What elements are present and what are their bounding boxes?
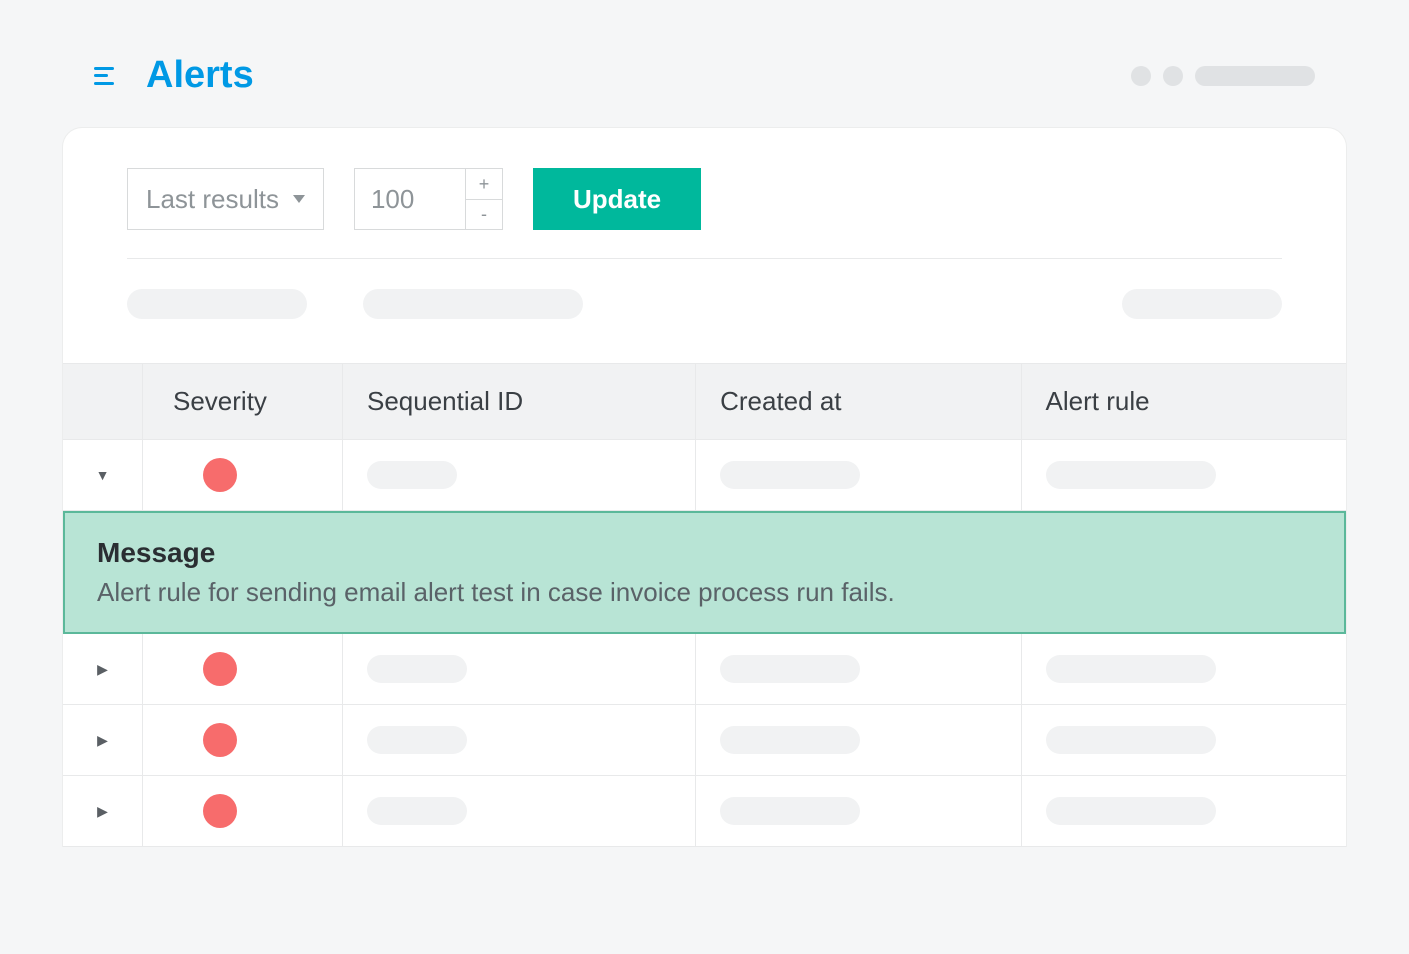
topbar-left: Alerts <box>94 54 254 97</box>
placeholder-block <box>1046 726 1216 754</box>
menu-icon[interactable] <box>94 67 118 85</box>
filter-select-label: Last results <box>146 184 279 215</box>
column-sequential-id: Sequential ID <box>343 364 696 439</box>
severity-cell <box>143 776 343 846</box>
filter-select[interactable]: Last results <box>127 168 324 230</box>
created-at-cell <box>696 440 1021 510</box>
placeholder-block <box>720 726 860 754</box>
toolbar-ph-left <box>127 289 583 319</box>
severity-indicator <box>203 794 237 828</box>
table-row: ▶ <box>63 776 1346 847</box>
stepper-down-button[interactable]: - <box>466 200 502 230</box>
alerts-table: Severity Sequential ID Created at Alert … <box>63 363 1346 847</box>
toolbar-placeholders <box>63 259 1346 363</box>
created-at-cell <box>696 705 1021 775</box>
placeholder-dot <box>1163 66 1183 86</box>
stepper-buttons: + - <box>465 169 502 229</box>
table-row: ▶ <box>63 705 1346 776</box>
app-window: Alerts Last results + - Update <box>30 30 1379 847</box>
result-count-stepper[interactable]: + - <box>354 168 503 230</box>
severity-cell <box>143 440 343 510</box>
page-title: Alerts <box>146 54 254 97</box>
placeholder-block <box>367 655 467 683</box>
placeholder-dot <box>1131 66 1151 86</box>
sequential-id-cell <box>343 634 696 704</box>
result-count-input[interactable] <box>355 169 465 229</box>
severity-indicator <box>203 652 237 686</box>
alert-rule-cell <box>1022 634 1346 704</box>
expand-cell: ▶ <box>63 705 143 775</box>
table-row: ▶ <box>63 634 1346 705</box>
severity-indicator <box>203 458 237 492</box>
stepper-up-button[interactable]: + <box>466 169 502 200</box>
placeholder-block <box>363 289 583 319</box>
column-alert-rule: Alert rule <box>1022 364 1346 439</box>
topbar-right <box>1131 66 1315 86</box>
sequential-id-cell <box>343 440 696 510</box>
topbar: Alerts <box>30 54 1379 127</box>
column-created-at: Created at <box>696 364 1021 439</box>
collapse-icon[interactable]: ▼ <box>96 467 110 483</box>
expand-icon[interactable]: ▶ <box>97 732 108 749</box>
sequential-id-cell <box>343 705 696 775</box>
expand-icon[interactable]: ▶ <box>97 661 108 678</box>
placeholder-block <box>1046 655 1216 683</box>
alert-rule-cell <box>1022 776 1346 846</box>
severity-indicator <box>203 723 237 757</box>
placeholder-block <box>127 289 307 319</box>
alert-rule-cell <box>1022 440 1346 510</box>
placeholder-block <box>720 461 860 489</box>
placeholder-block <box>367 797 467 825</box>
row-detail-panel: Message Alert rule for sending email ale… <box>63 511 1346 634</box>
table-row: ▼ <box>63 440 1346 511</box>
sequential-id-cell <box>343 776 696 846</box>
placeholder-block <box>367 461 457 489</box>
detail-label: Message <box>97 537 1312 569</box>
expand-cell: ▶ <box>63 634 143 704</box>
placeholder-block <box>1046 797 1216 825</box>
placeholder-block <box>1046 461 1216 489</box>
update-button[interactable]: Update <box>533 168 701 230</box>
severity-cell <box>143 705 343 775</box>
expand-cell: ▼ <box>63 440 143 510</box>
alert-rule-cell <box>1022 705 1346 775</box>
table-header: Severity Sequential ID Created at Alert … <box>63 364 1346 440</box>
column-severity: Severity <box>143 364 343 439</box>
content-card: Last results + - Update Se <box>62 127 1347 847</box>
column-expand <box>63 364 143 439</box>
placeholder-block <box>367 726 467 754</box>
severity-cell <box>143 634 343 704</box>
expand-cell: ▶ <box>63 776 143 846</box>
expand-icon[interactable]: ▶ <box>97 803 108 820</box>
chevron-down-icon <box>293 195 305 203</box>
placeholder-block <box>720 655 860 683</box>
detail-message: Alert rule for sending email alert test … <box>97 577 1312 608</box>
placeholder-block <box>1122 289 1282 319</box>
filter-controls: Last results + - Update <box>63 168 1346 258</box>
placeholder-pill <box>1195 66 1315 86</box>
created-at-cell <box>696 776 1021 846</box>
created-at-cell <box>696 634 1021 704</box>
placeholder-block <box>720 797 860 825</box>
